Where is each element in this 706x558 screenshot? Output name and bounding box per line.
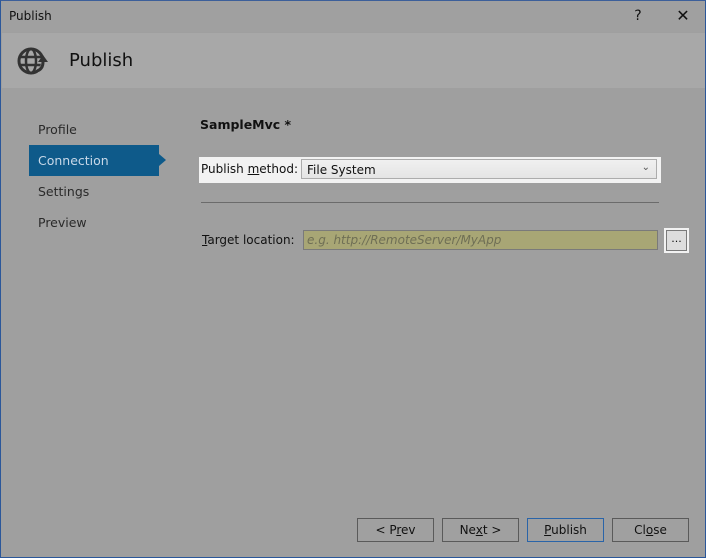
globe-publish-icon (17, 47, 48, 75)
chevron-down-icon: ⌄ (641, 162, 650, 173)
browse-button[interactable]: ... (666, 230, 687, 251)
project-name: SampleMvc * (200, 117, 292, 132)
next-button[interactable]: Next > (442, 518, 519, 542)
target-location-field (303, 230, 658, 250)
publish-dialog: Publish ? ✕ Publish Profile Connection S… (0, 0, 706, 558)
nav-item-connection[interactable]: Connection (29, 145, 166, 176)
title-bar: Publish ? ✕ (1, 1, 705, 32)
dialog-header: Publish (2, 33, 705, 88)
close-icon[interactable]: ✕ (671, 5, 695, 27)
publish-method-label: Publish method: (201, 162, 298, 176)
nav-item-label: Profile (38, 122, 77, 137)
divider (201, 202, 659, 203)
nav-item-profile[interactable]: Profile (29, 114, 165, 145)
nav-item-settings[interactable]: Settings (29, 176, 165, 207)
help-button[interactable]: ? (627, 5, 649, 27)
browse-button-focus: ... (664, 228, 689, 253)
publish-method-select[interactable]: File System ⌄ (301, 159, 657, 179)
publish-method-value: File System (307, 163, 376, 177)
prev-button[interactable]: < Prev (357, 518, 434, 542)
close-button[interactable]: Close (612, 518, 689, 542)
publish-button[interactable]: Publish (527, 518, 604, 542)
target-location-input[interactable] (304, 231, 657, 249)
publish-method-row: Publish method: File System ⌄ (199, 157, 661, 183)
nav-item-preview[interactable]: Preview (29, 207, 165, 238)
wizard-nav: Profile Connection Settings Preview (29, 114, 166, 238)
header-title: Publish (69, 50, 134, 71)
target-location-label: Target location: (202, 233, 295, 247)
nav-item-label: Connection (38, 153, 109, 168)
nav-item-label: Preview (38, 215, 87, 230)
nav-item-label: Settings (38, 184, 90, 199)
window-title: Publish (9, 9, 52, 23)
